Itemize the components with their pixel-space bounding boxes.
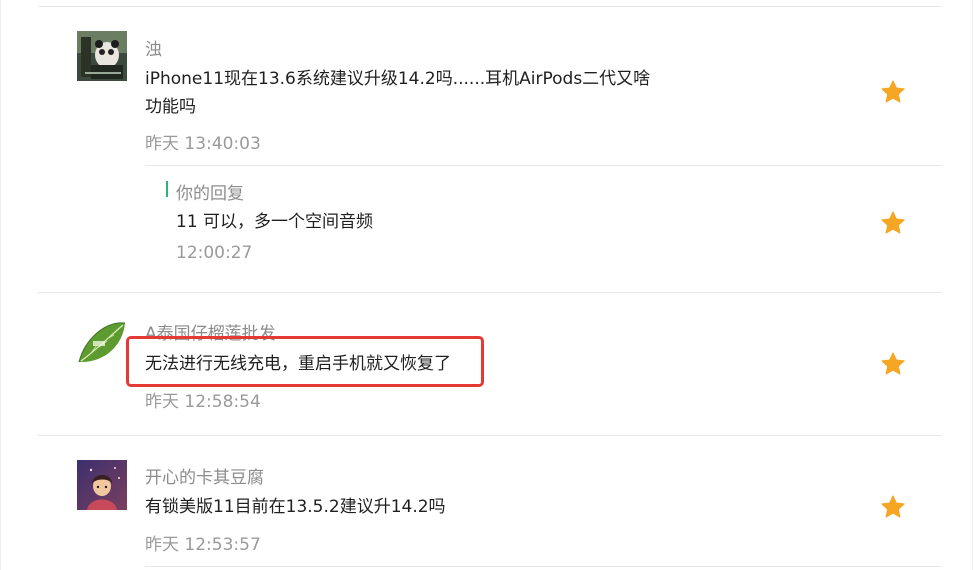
bottom-divider bbox=[145, 566, 942, 567]
reply-accent-bar bbox=[166, 181, 168, 197]
avatar[interactable] bbox=[77, 319, 127, 369]
comment-author[interactable]: 开心的卡其豆腐 bbox=[145, 463, 264, 488]
reply-content: 11 可以，多一个空间音频 bbox=[176, 212, 374, 232]
reply-divider bbox=[145, 165, 942, 166]
comment-divider bbox=[38, 435, 942, 436]
star-icon[interactable] bbox=[880, 351, 906, 377]
star-icon[interactable] bbox=[880, 79, 906, 105]
comment-content-line: iPhone11现在13.6系统建议升级14.2吗......耳机AirPods… bbox=[145, 69, 651, 89]
comment-time: 昨天 12:53:57 bbox=[145, 535, 261, 555]
star-icon[interactable] bbox=[880, 494, 906, 520]
comment-time: 昨天 12:58:54 bbox=[145, 392, 261, 412]
comment-content-line: 功能吗 bbox=[145, 97, 196, 117]
comment-content: 有锁美版11目前在13.5.2建议升14.2吗 bbox=[145, 497, 446, 517]
avatar[interactable] bbox=[77, 31, 127, 81]
left-border bbox=[0, 0, 1, 570]
comment-divider bbox=[38, 292, 942, 293]
comment-content: iPhone11现在13.6系统建议升级14.2吗......耳机AirPods… bbox=[145, 65, 650, 121]
panda-photo-avatar-icon bbox=[77, 31, 127, 81]
reply-time: 12:00:27 bbox=[176, 243, 253, 263]
comment-author[interactable]: 浊 bbox=[145, 35, 162, 60]
illustrated-girl-avatar-icon bbox=[77, 460, 127, 510]
avatar[interactable] bbox=[77, 460, 127, 510]
right-border bbox=[972, 0, 973, 570]
comment-time: 昨天 13:40:03 bbox=[145, 134, 261, 154]
reply-label: 你的回复 bbox=[176, 184, 244, 204]
star-icon[interactable] bbox=[880, 210, 906, 236]
leaf-logo-avatar-icon bbox=[77, 319, 127, 369]
top-divider bbox=[38, 6, 942, 7]
highlight-annotation bbox=[126, 336, 484, 387]
